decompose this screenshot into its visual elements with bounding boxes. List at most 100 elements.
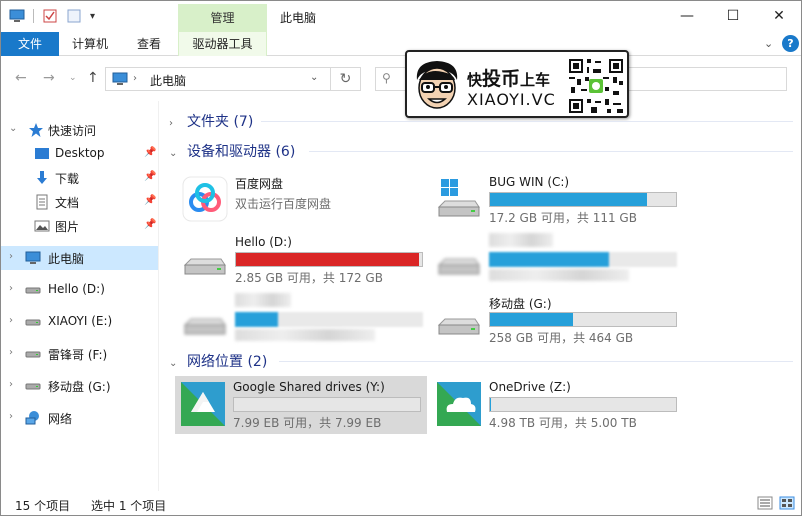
- drive-d[interactable]: Hello (D:) 2.85 GB 可用，共 172 GB: [177, 231, 427, 285]
- baidu-netdisk-icon: [182, 176, 228, 222]
- sidebar-item-drive-e[interactable]: › XIAOYI (E:): [1, 310, 158, 334]
- chevron-right-icon[interactable]: ›: [9, 411, 13, 422]
- drive-z-onedrive[interactable]: OneDrive (Z:) 4.98 TB 可用，共 5.00 TB: [431, 376, 681, 434]
- group-header-devices[interactable]: ⌄ 设备和驱动器 (6): [169, 141, 295, 161]
- drive-usage-bar: [489, 252, 677, 267]
- forward-arrow-icon[interactable]: →: [43, 70, 55, 86]
- drive-capacity: 17.2 GB 可用，共 111 GB: [489, 211, 637, 225]
- sidebar-item-documents[interactable]: 文档 📌: [1, 190, 158, 214]
- sidebar-item-drive-g[interactable]: › 移动盘 (G:): [1, 374, 158, 398]
- sidebar-item-drive-d[interactable]: › Hello (D:): [1, 278, 158, 302]
- drive-baidu-netdisk[interactable]: 百度网盘 双击运行百度网盘: [177, 171, 427, 225]
- chevron-down-icon[interactable]: ⌄: [169, 148, 179, 159]
- tab-computer[interactable]: 计算机: [72, 32, 108, 56]
- tab-drive-tools[interactable]: 驱动器工具: [178, 32, 267, 56]
- tab-file[interactable]: 文件: [1, 32, 59, 56]
- drive-capacity: 7.99 EB 可用，共 7.99 EB: [233, 416, 382, 430]
- customize-toolbar-icon[interactable]: ▾: [90, 11, 95, 22]
- sidebar-item-pictures[interactable]: 图片 📌: [1, 214, 158, 238]
- drive-icon: [437, 258, 480, 275]
- item-count: 15 个项目: [15, 499, 71, 513]
- sidebar-item-label: 此电脑: [48, 252, 85, 266]
- usage-fill: [236, 253, 419, 266]
- chevron-right-icon[interactable]: ›: [9, 251, 13, 262]
- drive-icon: [25, 319, 41, 326]
- up-arrow-icon[interactable]: ↑: [87, 70, 99, 86]
- help-button[interactable]: ?: [782, 35, 799, 52]
- sidebar-item-label: Desktop: [55, 146, 105, 160]
- drive-usage-bar: [489, 192, 677, 207]
- properties-icon[interactable]: [42, 8, 58, 24]
- redacted-name: [235, 293, 291, 307]
- drive-y-google-shared[interactable]: Google Shared drives (Y:) 7.99 EB 可用，共 7…: [175, 376, 427, 434]
- address-path[interactable]: 此电脑: [150, 72, 186, 89]
- picture-icon: [34, 220, 50, 232]
- address-bar[interactable]: › 此电脑 ⌄: [105, 67, 331, 91]
- usage-fill: [489, 252, 610, 267]
- sidebar-item-label: XIAOYI (E:): [48, 314, 113, 328]
- usage-fill: [490, 398, 491, 411]
- expand-ribbon-icon[interactable]: ⌄: [764, 37, 773, 50]
- tab-view[interactable]: 查看: [137, 32, 161, 56]
- sidebar-item-quick-access[interactable]: ⌄ 快速访问: [1, 118, 158, 142]
- chevron-down-icon[interactable]: ⌄: [9, 123, 17, 134]
- onedrive-icon: [437, 382, 481, 426]
- drive-usage-bar: [233, 397, 421, 412]
- group-header-folders[interactable]: › 文件夹 (7): [169, 111, 253, 131]
- download-icon: [37, 171, 47, 184]
- sidebar-item-drive-f[interactable]: › 雷锋哥 (F:): [1, 342, 158, 366]
- group-header-network[interactable]: ⌄ 网络位置 (2): [169, 351, 267, 371]
- drive-name: 百度网盘: [235, 177, 284, 191]
- drive-description: 双击运行百度网盘: [235, 197, 332, 211]
- usage-fill: [490, 193, 648, 206]
- windows-drive-icon: [437, 179, 480, 217]
- drive-usage-bar: [489, 397, 677, 412]
- drive-c[interactable]: BUG WIN (C:) 17.2 GB 可用，共 111 GB: [431, 171, 681, 225]
- chevron-right-icon[interactable]: ›: [9, 315, 13, 326]
- drive-name: Hello (D:): [235, 235, 292, 249]
- drive-f-redacted[interactable]: [177, 291, 427, 345]
- chevron-down-icon[interactable]: ⌄: [169, 358, 179, 369]
- document-icon: [36, 194, 48, 210]
- title-bar: ▾ 管理 此电脑 — ☐ ✕: [1, 1, 801, 32]
- computer-icon[interactable]: [9, 8, 25, 24]
- drive-icon: [25, 351, 41, 358]
- drive-e-redacted[interactable]: [431, 231, 681, 285]
- close-button[interactable]: ✕: [756, 1, 801, 32]
- details-view-icon[interactable]: [757, 496, 773, 510]
- minimize-button[interactable]: —: [664, 1, 710, 32]
- usage-fill: [235, 312, 279, 327]
- computer-icon: [25, 251, 41, 264]
- recent-locations-icon[interactable]: ⌄: [69, 73, 77, 83]
- navigation-pane: ⌄ 快速访问 Desktop 📌 下载 📌 文档 📌 图片 📌 › 此电脑 › …: [1, 101, 159, 491]
- large-icons-view-icon[interactable]: [779, 496, 795, 510]
- maximize-button[interactable]: ☐: [710, 1, 756, 32]
- chevron-right-icon[interactable]: ›: [169, 118, 179, 129]
- sidebar-item-label: 雷锋哥 (F:): [48, 348, 108, 362]
- new-folder-icon[interactable]: [66, 8, 82, 24]
- chevron-down-icon[interactable]: ⌄: [310, 72, 318, 83]
- chevron-right-icon[interactable]: ›: [133, 73, 137, 84]
- sidebar-item-downloads[interactable]: 下载 📌: [1, 166, 158, 190]
- drive-name: Google Shared drives (Y:): [233, 380, 385, 394]
- chevron-right-icon[interactable]: ›: [9, 347, 13, 358]
- drive-capacity: 4.98 TB 可用，共 5.00 TB: [489, 416, 637, 430]
- sidebar-item-label: Hello (D:): [48, 282, 105, 296]
- sidebar-item-network[interactable]: › 网络: [1, 406, 158, 430]
- drive-capacity: 258 GB 可用，共 464 GB: [489, 331, 634, 345]
- sidebar-item-desktop[interactable]: Desktop 📌: [1, 142, 158, 166]
- drive-usage-bar: [235, 312, 423, 327]
- back-arrow-icon[interactable]: ←: [15, 70, 27, 86]
- drive-name: 移动盘 (G:): [489, 297, 552, 311]
- chevron-right-icon[interactable]: ›: [9, 283, 13, 294]
- tab-manage[interactable]: 管理: [178, 4, 267, 32]
- drive-g[interactable]: 移动盘 (G:) 258 GB 可用，共 464 GB: [431, 291, 681, 345]
- computer-icon: [112, 72, 128, 85]
- sidebar-item-label: 下载: [55, 172, 80, 186]
- sidebar-item-this-pc[interactable]: › 此电脑: [1, 246, 158, 270]
- refresh-button[interactable]: ↻: [331, 67, 361, 91]
- sidebar-item-label: 快速访问: [48, 124, 97, 138]
- chevron-right-icon[interactable]: ›: [9, 379, 13, 390]
- star-icon: [29, 123, 43, 137]
- drive-name: BUG WIN (C:): [489, 175, 570, 189]
